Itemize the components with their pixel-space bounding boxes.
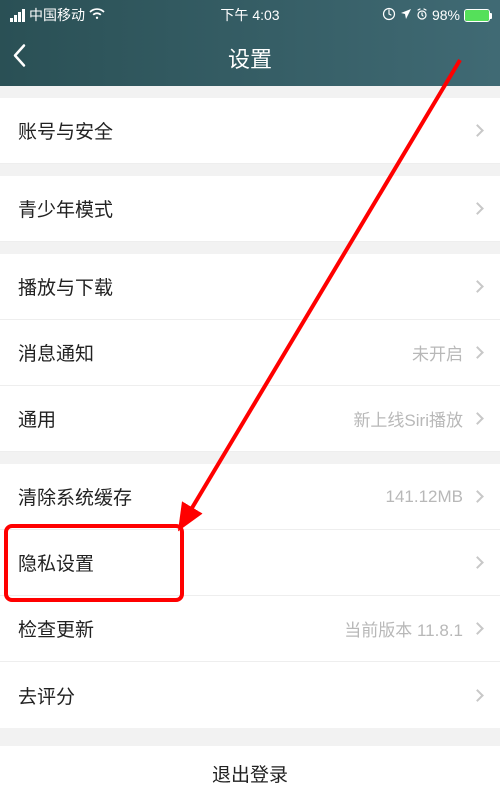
row-value: 新上线Siri播放 [353, 406, 463, 431]
settings-row[interactable]: 消息通知 未开启 [0, 320, 500, 386]
logout-button[interactable]: 退出登录 [0, 746, 500, 806]
settings-row[interactable]: 通用 新上线Siri播放 [0, 386, 500, 452]
signal-icon [10, 9, 25, 22]
wifi-icon [89, 7, 105, 23]
settings-row[interactable]: 隐私设置 [0, 530, 500, 596]
row-right: 141.12MB [386, 487, 483, 507]
header: 中国移动 下午 4:03 98% 设置 [0, 0, 500, 86]
row-value: 141.12MB [386, 487, 464, 507]
settings-row[interactable]: 去评分 [0, 662, 500, 728]
battery-icon [464, 9, 490, 22]
row-right: 未开启 [412, 340, 482, 365]
carrier-label: 中国移动 [29, 5, 85, 25]
row-label: 检查更新 [18, 615, 94, 642]
nav-bar: 设置 [0, 30, 500, 86]
chevron-right-icon [471, 490, 484, 503]
settings-row[interactable]: 清除系统缓存 141.12MB [0, 464, 500, 530]
settings-list: 账号与安全青少年模式播放与下载消息通知 未开启通用 新上线Siri播放清除系统缓存 1… [0, 86, 500, 728]
row-right [473, 204, 482, 213]
chevron-right-icon [471, 556, 484, 569]
status-bar: 中国移动 下午 4:03 98% [0, 0, 500, 30]
row-value: 当前版本 11.8.1 [344, 616, 463, 641]
row-right: 当前版本 11.8.1 [344, 616, 482, 641]
row-right [473, 126, 482, 135]
section-gap [0, 86, 500, 98]
row-right [473, 558, 482, 567]
settings-row[interactable]: 账号与安全 [0, 98, 500, 164]
chevron-right-icon [471, 124, 484, 137]
status-right: 98% [382, 7, 490, 24]
row-right [473, 691, 482, 700]
chevron-right-icon [471, 689, 484, 702]
chevron-right-icon [471, 202, 484, 215]
row-value: 未开启 [412, 340, 463, 365]
status-time: 下午 4:03 [220, 5, 279, 25]
section-gap [0, 452, 500, 464]
row-label: 青少年模式 [18, 195, 113, 222]
row-label: 消息通知 [18, 339, 94, 366]
row-right: 新上线Siri播放 [353, 406, 482, 431]
chevron-right-icon [471, 622, 484, 635]
settings-row[interactable]: 青少年模式 [0, 176, 500, 242]
row-label: 隐私设置 [18, 549, 94, 576]
back-button[interactable] [12, 44, 26, 73]
row-label: 清除系统缓存 [18, 483, 132, 510]
location-icon [400, 7, 412, 23]
chevron-right-icon [471, 346, 484, 359]
row-label: 播放与下载 [18, 273, 113, 300]
row-label: 通用 [18, 405, 56, 432]
section-gap [0, 242, 500, 254]
row-label: 去评分 [18, 682, 75, 709]
chevron-right-icon [471, 412, 484, 425]
alarm-icon [416, 7, 428, 23]
status-left: 中国移动 [10, 5, 105, 25]
chevron-right-icon [471, 280, 484, 293]
page-title: 设置 [228, 42, 272, 74]
section-gap [0, 164, 500, 176]
row-right [473, 282, 482, 291]
battery-percent: 98% [432, 7, 460, 23]
settings-row[interactable]: 检查更新 当前版本 11.8.1 [0, 596, 500, 662]
orientation-lock-icon [382, 7, 396, 24]
row-label: 账号与安全 [18, 117, 113, 144]
settings-row[interactable]: 播放与下载 [0, 254, 500, 320]
